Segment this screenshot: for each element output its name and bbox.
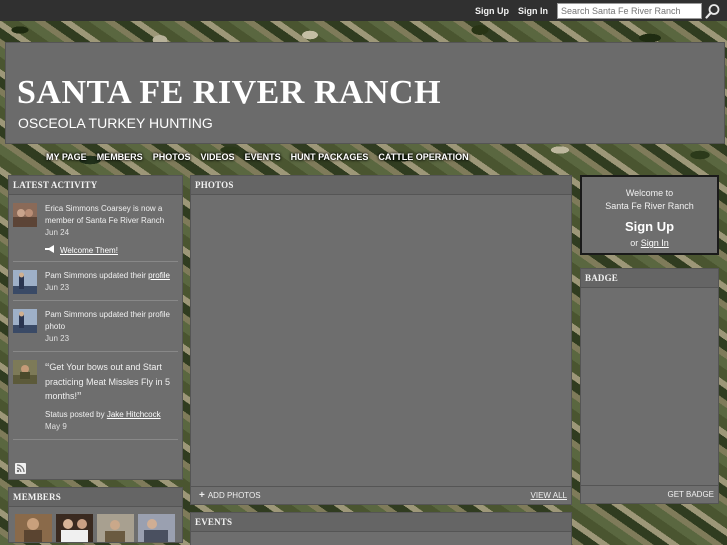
welcome-signin-link[interactable]: Sign In: [641, 238, 669, 248]
get-badge-link[interactable]: GET BADGE: [581, 485, 718, 503]
divider: [13, 439, 178, 440]
nav-members[interactable]: MEMBERS: [97, 152, 143, 166]
avatar[interactable]: [13, 309, 37, 333]
left-column: LATEST ACTIVITY Erica Simmons Coarsey is…: [8, 175, 183, 545]
plus-icon: +: [199, 490, 205, 501]
divider: [13, 261, 178, 262]
photos-module: PHOTOS + ADD PHOTOS VIEW ALL: [190, 175, 572, 505]
latest-activity-module: LATEST ACTIVITY Erica Simmons Coarsey is…: [8, 175, 183, 480]
photos-heading: PHOTOS: [191, 176, 571, 195]
latest-activity-heading: LATEST ACTIVITY: [9, 176, 182, 195]
activity-date: Jun 23: [45, 283, 70, 292]
activity-item: Pam Simmons updated their profile Jun 23: [13, 270, 178, 294]
photos-footer: + ADD PHOTOS VIEW ALL: [191, 486, 571, 504]
welcome-signup-button[interactable]: Sign Up: [582, 219, 717, 234]
welcome-or: or: [630, 238, 639, 248]
search-input[interactable]: [557, 2, 702, 19]
status-quote-text: Get Your bows out and Start practicing M…: [45, 362, 171, 401]
site-title[interactable]: SANTA FE RIVER RANCH: [17, 74, 441, 112]
nav-photos[interactable]: PHOTOS: [153, 152, 191, 166]
avatar[interactable]: [13, 203, 37, 227]
activity-text: Erica Simmons Coarsey is now a member of…: [45, 204, 165, 225]
member-thumbs: [9, 507, 182, 542]
right-column: Welcome to Santa Fe River Ranch Sign Up …: [580, 175, 719, 511]
nav-events[interactable]: EVENTS: [245, 152, 281, 166]
avatar[interactable]: [13, 360, 37, 384]
activity-item: Erica Simmons Coarsey is now a member of…: [13, 203, 178, 255]
activity-date: Jun 24: [45, 228, 70, 237]
welcome-line2: Santa Fe River Ranch: [605, 201, 694, 211]
avatar[interactable]: [13, 270, 37, 294]
welcome-box: Welcome to Santa Fe River Ranch Sign Up …: [580, 175, 719, 255]
members-module: MEMBERS: [8, 487, 183, 543]
signup-link[interactable]: Sign Up: [475, 6, 509, 16]
rss-icon[interactable]: [15, 463, 26, 474]
site-header: SANTA FE RIVER RANCH OSCEOLA TURKEY HUNT…: [5, 42, 725, 144]
nav-hunt-packages[interactable]: HUNT PACKAGES: [291, 152, 369, 166]
activity-text: Pam Simmons updated their: [45, 271, 149, 280]
nav-cattle-operation[interactable]: CATTLE OPERATION: [378, 152, 468, 166]
divider: [13, 300, 178, 301]
events-heading: EVENTS: [191, 513, 571, 532]
member-avatar[interactable]: [15, 514, 52, 542]
status-quote: “Get Your bows out and Start practicing …: [45, 360, 171, 404]
site-subtitle: OSCEOLA TURKEY HUNTING: [18, 115, 213, 131]
activity-date: Jun 23: [45, 334, 70, 343]
members-heading: MEMBERS: [9, 488, 182, 507]
add-photos-link[interactable]: + ADD PHOTOS: [199, 490, 261, 501]
nav-my-page[interactable]: MY PAGE: [46, 152, 87, 166]
welcome-them-link[interactable]: Welcome Them!: [60, 246, 118, 255]
signin-link[interactable]: Sign In: [518, 6, 548, 16]
badge-heading: BADGE: [581, 269, 718, 288]
status-posted-by: Status posted by: [45, 410, 107, 419]
view-all-link[interactable]: VIEW ALL: [531, 491, 567, 500]
member-avatar[interactable]: [97, 514, 134, 542]
activity-text: Pam Simmons updated their profile photo: [45, 310, 170, 331]
profile-link[interactable]: profile: [148, 271, 170, 280]
megaphone-icon: [45, 245, 55, 255]
magnifier-icon[interactable]: [705, 3, 721, 19]
status-author-link[interactable]: Jake Hitchcock: [107, 410, 161, 419]
welcome-line1: Welcome to: [625, 188, 674, 198]
main-nav: MY PAGE MEMBERS PHOTOS VIDEOS EVENTS HUN…: [46, 152, 479, 166]
activity-item: “Get Your bows out and Start practicing …: [13, 360, 178, 433]
member-avatar[interactable]: [138, 514, 175, 542]
middle-column: PHOTOS + ADD PHOTOS VIEW ALL EVENTS: [190, 175, 572, 545]
nav-videos[interactable]: VIDEOS: [201, 152, 235, 166]
activity-item: Pam Simmons updated their profile photo …: [13, 309, 178, 345]
activity-date: May 9: [45, 422, 67, 431]
top-bar: Sign Up Sign In: [0, 0, 727, 21]
member-avatar[interactable]: [56, 514, 93, 542]
events-module: EVENTS: [190, 512, 572, 545]
badge-module: BADGE GET BADGE: [580, 268, 719, 504]
divider: [13, 351, 178, 352]
